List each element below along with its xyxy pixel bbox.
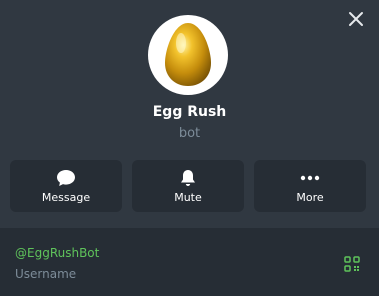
- avatar: [148, 15, 228, 95]
- bell-icon: [181, 170, 195, 186]
- bot-name: Egg Rush: [152, 104, 227, 120]
- more-label: More: [296, 191, 324, 204]
- bot-subtitle: bot: [178, 126, 201, 141]
- qr-code-icon[interactable]: [344, 256, 360, 272]
- chat-bubble-icon: [57, 170, 75, 186]
- username-link[interactable]: @EggRushBot: [15, 246, 99, 260]
- mute-label: Mute: [174, 191, 202, 204]
- mute-button[interactable]: Mute: [132, 160, 244, 212]
- message-label: Message: [41, 191, 91, 204]
- username-caption: Username: [15, 267, 77, 281]
- message-button[interactable]: Message: [10, 160, 122, 212]
- close-icon[interactable]: [346, 9, 366, 29]
- info-section: @EggRushBot Username: [0, 228, 379, 296]
- action-bar: Message Mute More: [10, 160, 366, 212]
- golden-egg-icon: [165, 23, 211, 86]
- more-dots-icon: [300, 175, 320, 181]
- more-button[interactable]: More: [254, 160, 366, 212]
